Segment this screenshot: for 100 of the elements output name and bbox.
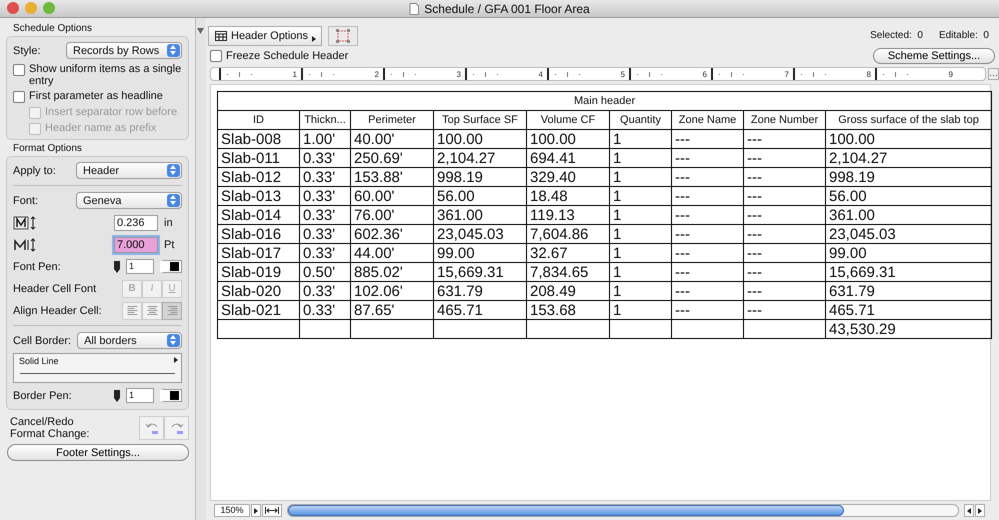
table-cell: 23,045.03 — [434, 224, 526, 244]
table-cell: --- — [744, 206, 826, 224]
table-cell: 0.33' — [300, 282, 350, 300]
triangle-icon — [312, 36, 316, 42]
table-cell: --- — [744, 262, 826, 282]
table-cell: 60.00' — [350, 186, 434, 206]
ruler-number: 9 — [948, 70, 953, 78]
height-input-field[interactable]: 7.000 — [114, 236, 158, 252]
document-icon — [409, 2, 420, 14]
table-cell: Slab-012 — [218, 168, 300, 186]
checkbox[interactable] — [13, 91, 25, 103]
table-cell: --- — [672, 130, 744, 148]
column-header: Volume CF — [526, 110, 610, 130]
column-header: Zone Number — [744, 110, 826, 130]
ruler-number: 6 — [702, 70, 707, 78]
field-label: Style: — [13, 44, 41, 56]
pen-color-swatch[interactable] — [160, 389, 182, 402]
field-label: Cell Border: — [13, 334, 72, 346]
scheme-settings-button[interactable]: Scheme Settings... — [873, 48, 995, 64]
footer-settings-button[interactable]: Footer Settings... — [7, 444, 189, 461]
align-button[interactable] — [142, 302, 162, 320]
horizontal-scrollbar[interactable] — [287, 504, 959, 517]
apply-to-dropdown[interactable]: Header — [76, 162, 182, 179]
table-cell: 1 — [610, 186, 672, 206]
table-cell: 1 — [610, 262, 672, 282]
table-cell: --- — [672, 262, 744, 282]
close-window-button[interactable] — [7, 2, 19, 14]
pen-icon — [114, 390, 120, 402]
style-dropdown[interactable]: Records by Rows — [66, 42, 182, 59]
table-cell: --- — [672, 224, 744, 244]
table-cell: 0.33' — [300, 244, 350, 262]
ruler-number: 8 — [866, 70, 871, 78]
table-cell: 465.71 — [434, 300, 526, 320]
editable-count: Editable: 0 — [938, 30, 989, 41]
table-cell: --- — [672, 300, 744, 320]
selection-tool-button[interactable] — [328, 26, 358, 46]
header-options-button[interactable]: Header Options — [208, 26, 322, 46]
table-cell: Slab-017 — [218, 244, 300, 262]
table-cell: Slab-020 — [218, 282, 300, 300]
field-label: Font: — [13, 194, 38, 206]
ruler-options-button[interactable] — [988, 68, 999, 80]
table-cell: 602.36' — [350, 224, 434, 244]
checkbox[interactable] — [210, 50, 222, 62]
undo-button[interactable] — [139, 416, 164, 440]
table-cell: 76.00' — [350, 206, 434, 224]
table-cell: 119.13 — [526, 206, 610, 224]
scroll-right-button[interactable] — [975, 504, 985, 517]
table-cell: Slab-013 — [218, 186, 300, 206]
table-cell: 1 — [610, 168, 672, 186]
table-cell: 99.00 — [434, 244, 526, 262]
checkbox[interactable] — [13, 64, 25, 76]
align-button[interactable] — [162, 302, 182, 320]
table-cell: --- — [672, 186, 744, 206]
table-icon — [215, 30, 227, 40]
table-cell: 631.79 — [826, 282, 992, 300]
line-type-selector[interactable]: Solid Line — [13, 353, 182, 383]
zoom-menu-button[interactable] — [251, 504, 261, 517]
table-cell: 100.00 — [434, 130, 526, 148]
letter-height-icon — [13, 238, 37, 252]
table-cell: 100.00 — [526, 130, 610, 148]
width-input-field[interactable]: 0.236 — [114, 214, 158, 230]
pen-color-swatch[interactable] — [160, 260, 182, 273]
cell-border-dropdown[interactable]: All borders — [77, 332, 182, 349]
unit-label: Pt — [164, 238, 176, 250]
align-button[interactable] — [122, 302, 142, 320]
table-cell: 0.33' — [300, 300, 350, 320]
font-dropdown[interactable]: Geneva — [76, 192, 182, 209]
column-header: Top Surface SF — [434, 110, 526, 130]
table-cell: 7,834.65 — [526, 262, 610, 282]
popup-arrows-icon — [167, 334, 180, 347]
group-title: Format Options — [12, 142, 83, 156]
table-cell: 1.00' — [300, 130, 350, 148]
ruler-number: 5 — [620, 70, 625, 78]
scroll-left-button[interactable] — [964, 504, 974, 517]
table-cell: 250.69' — [350, 148, 434, 168]
table-cell: 361.00 — [826, 206, 992, 224]
table-cell: 153.68 — [526, 300, 610, 320]
fit-width-button[interactable] — [262, 504, 282, 517]
pen-input-field[interactable]: 1 — [126, 388, 154, 403]
group-title: Schedule Options — [12, 22, 93, 36]
table-cell: 56.00 — [434, 186, 526, 206]
table-cell: 208.49 — [526, 282, 610, 300]
table-cell: --- — [744, 300, 826, 320]
column-header: Zone Name — [672, 110, 744, 130]
triangle-icon — [174, 357, 178, 363]
window-title: Schedule / GFA 001 Floor Area — [424, 2, 590, 16]
table-cell: --- — [744, 148, 826, 168]
table-cell: 631.79 — [434, 282, 526, 300]
checkbox-label: Insert separator row before — [45, 106, 178, 118]
redo-button[interactable] — [164, 416, 189, 440]
zoom-level-field[interactable]: 150% — [214, 504, 250, 517]
table-cell: 0.33' — [300, 186, 350, 206]
pen-input-field[interactable]: 1 — [126, 259, 154, 274]
table-cell: 44.00' — [350, 244, 434, 262]
table-cell: 0.50' — [300, 262, 350, 282]
column-header: ID — [218, 110, 300, 130]
column-header: Quantity — [610, 110, 672, 130]
collapse-triangle-icon[interactable] — [197, 28, 204, 34]
table-cell: 23,045.03 — [826, 224, 992, 244]
table-cell: 100.00 — [826, 130, 992, 148]
